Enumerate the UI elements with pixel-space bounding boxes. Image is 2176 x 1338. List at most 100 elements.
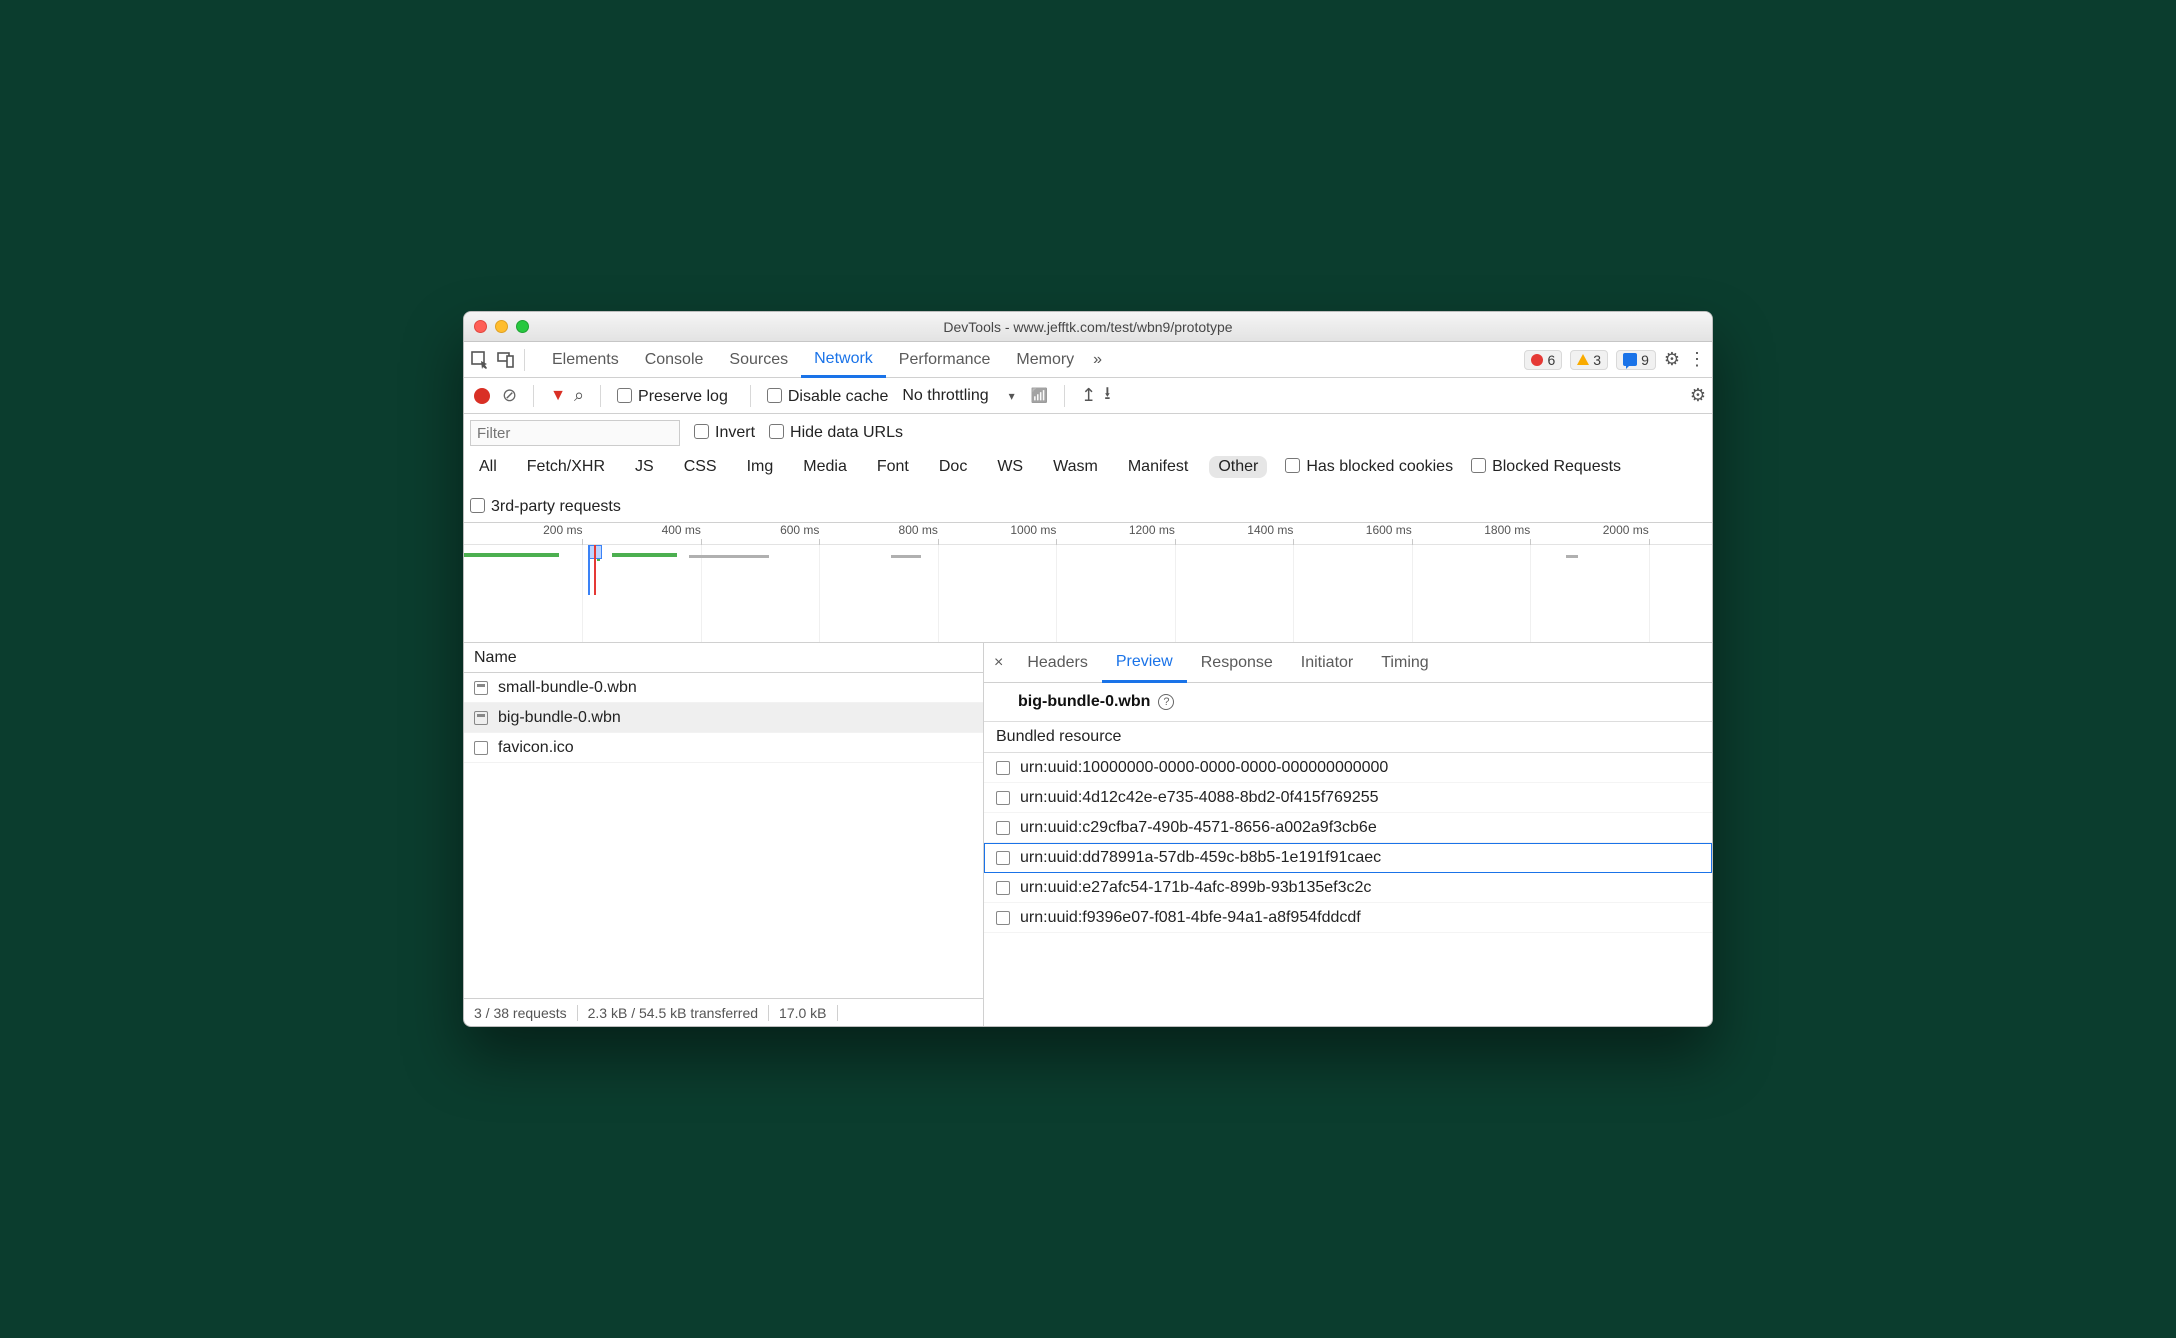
detail-tab-response[interactable]: Response: [1187, 643, 1287, 682]
type-filter-font[interactable]: Font: [868, 456, 918, 478]
window-controls: [474, 320, 529, 333]
panel-tab-performance[interactable]: Performance: [886, 342, 1004, 377]
status-transferred: 2.3 kB / 54.5 kB transferred: [578, 1005, 769, 1021]
throttling-select[interactable]: No throttling: [902, 387, 1014, 405]
type-filter-ws[interactable]: WS: [988, 456, 1032, 478]
export-har-icon[interactable]: [1081, 385, 1096, 406]
minimize-window-button[interactable]: [495, 320, 508, 333]
file-icon: [474, 711, 488, 725]
inspect-element-icon[interactable]: [470, 350, 490, 370]
panel-tab-console[interactable]: Console: [632, 342, 717, 377]
detail-tab-initiator[interactable]: Initiator: [1287, 643, 1367, 682]
type-filter-js[interactable]: JS: [626, 456, 663, 478]
network-settings-icon[interactable]: [1690, 385, 1706, 406]
invert-toggle[interactable]: Invert: [694, 424, 755, 442]
record-button[interactable]: [474, 388, 490, 404]
panel-tabs: ElementsConsoleSourcesNetworkPerformance…: [539, 342, 1087, 377]
status-resources: 17.0 kB: [769, 1005, 837, 1021]
filter-toggle-icon[interactable]: [550, 387, 566, 405]
close-window-button[interactable]: [474, 320, 487, 333]
request-name: small-bundle-0.wbn: [498, 679, 637, 697]
throttling-value: No throttling: [902, 387, 988, 405]
preview-body: big-bundle-0.wbn ? Bundled resource urn:…: [984, 683, 1712, 1026]
import-har-icon[interactable]: [1104, 381, 1110, 411]
resource-urn: urn:uuid:10000000-0000-0000-0000-0000000…: [1020, 759, 1388, 777]
network-conditions-icon[interactable]: [1031, 387, 1048, 404]
help-icon[interactable]: ?: [1158, 694, 1174, 710]
hide-data-urls-label: Hide data URLs: [790, 424, 903, 441]
warning-count-badge[interactable]: 3: [1570, 350, 1608, 370]
timeline-overview[interactable]: 200 ms400 ms600 ms800 ms1000 ms1200 ms14…: [464, 523, 1712, 643]
type-filter-fetch-xhr[interactable]: Fetch/XHR: [518, 456, 614, 478]
resource-urn: urn:uuid:dd78991a-57db-459c-b8b5-1e191f9…: [1020, 849, 1381, 867]
filter-bar: Invert Hide data URLs All Fetch/XHR JS CSS I…: [464, 414, 1712, 523]
message-count: 9: [1641, 352, 1649, 368]
bundled-resource-row[interactable]: urn:uuid:4d12c42e-e735-4088-8bd2-0f415f7…: [984, 783, 1712, 813]
type-filter-media[interactable]: Media: [794, 456, 856, 478]
error-count: 6: [1547, 352, 1555, 368]
warning-count: 3: [1593, 352, 1601, 368]
settings-icon[interactable]: [1664, 349, 1680, 370]
has-blocked-cookies-toggle[interactable]: Has blocked cookies: [1285, 458, 1453, 476]
request-name: favicon.ico: [498, 739, 574, 757]
file-icon: [474, 681, 488, 695]
maximize-window-button[interactable]: [516, 320, 529, 333]
type-filter-wasm[interactable]: Wasm: [1044, 456, 1107, 478]
panel-tab-network[interactable]: Network: [801, 342, 886, 378]
columns-header: Name: [464, 643, 983, 673]
bundled-resource-row[interactable]: urn:uuid:10000000-0000-0000-0000-0000000…: [984, 753, 1712, 783]
network-toolbar: Preserve log Disable cache No throttling: [464, 378, 1712, 414]
type-filter-manifest[interactable]: Manifest: [1119, 456, 1197, 478]
detail-tabs: × HeadersPreviewResponseInitiatorTiming: [984, 643, 1712, 683]
name-column-header[interactable]: Name: [464, 649, 983, 667]
resource-urn: urn:uuid:c29cfba7-490b-4571-8656-a002a9f…: [1020, 819, 1377, 837]
hide-data-urls-toggle[interactable]: Hide data URLs: [769, 424, 903, 442]
clear-button[interactable]: [502, 385, 517, 406]
bundle-title-text: big-bundle-0.wbn: [1018, 693, 1150, 711]
panel-tab-elements[interactable]: Elements: [539, 342, 632, 377]
detail-tab-preview[interactable]: Preview: [1102, 643, 1187, 683]
type-filter-other[interactable]: Other: [1209, 456, 1267, 478]
file-icon: [474, 741, 488, 755]
bundled-resource-list: urn:uuid:10000000-0000-0000-0000-0000000…: [984, 753, 1712, 933]
detail-tab-headers[interactable]: Headers: [1013, 643, 1101, 682]
detail-tab-timing[interactable]: Timing: [1367, 643, 1442, 682]
devtools-window: DevTools - www.jefftk.com/test/wbn9/prot…: [463, 311, 1713, 1027]
search-icon[interactable]: [574, 385, 584, 406]
third-party-toggle[interactable]: 3rd-party requests: [470, 498, 621, 516]
resource-urn: urn:uuid:f9396e07-f081-4bfe-94a1-a8f954f…: [1020, 909, 1361, 927]
bundle-title: big-bundle-0.wbn ?: [984, 683, 1712, 721]
bundled-resource-row[interactable]: urn:uuid:c29cfba7-490b-4571-8656-a002a9f…: [984, 813, 1712, 843]
type-filter-all[interactable]: All: [470, 456, 506, 478]
disable-cache-toggle[interactable]: Disable cache: [767, 385, 895, 407]
panel-tab-memory[interactable]: Memory: [1003, 342, 1087, 377]
preserve-log-label: Preserve log: [638, 388, 728, 405]
titlebar: DevTools - www.jefftk.com/test/wbn9/prot…: [464, 312, 1712, 342]
resource-urn: urn:uuid:4d12c42e-e735-4088-8bd2-0f415f7…: [1020, 789, 1379, 807]
panel-tab-sources[interactable]: Sources: [716, 342, 801, 377]
type-filter-css[interactable]: CSS: [675, 456, 726, 478]
blocked-requests-toggle[interactable]: Blocked Requests: [1471, 458, 1621, 476]
file-icon: [996, 821, 1010, 835]
bundled-resource-row[interactable]: urn:uuid:e27afc54-171b-4afc-899b-93b135e…: [984, 873, 1712, 903]
bundled-resource-row[interactable]: urn:uuid:dd78991a-57db-459c-b8b5-1e191f9…: [984, 843, 1712, 873]
invert-label: Invert: [715, 424, 755, 441]
disable-cache-label: Disable cache: [788, 388, 889, 405]
chevron-down-icon: [1009, 387, 1015, 405]
preserve-log-toggle[interactable]: Preserve log: [617, 385, 734, 407]
more-panels-icon[interactable]: »: [1093, 351, 1102, 369]
detail-pane: × HeadersPreviewResponseInitiatorTiming …: [984, 643, 1712, 1026]
request-name: big-bundle-0.wbn: [498, 709, 621, 727]
type-filter-img[interactable]: Img: [738, 456, 783, 478]
request-row[interactable]: favicon.ico: [464, 733, 983, 763]
close-detail-icon[interactable]: ×: [984, 654, 1013, 672]
message-count-badge[interactable]: 9: [1616, 350, 1656, 370]
type-filter-doc[interactable]: Doc: [930, 456, 976, 478]
bundled-resource-row[interactable]: urn:uuid:f9396e07-f081-4bfe-94a1-a8f954f…: [984, 903, 1712, 933]
request-row[interactable]: small-bundle-0.wbn: [464, 673, 983, 703]
request-row[interactable]: big-bundle-0.wbn: [464, 703, 983, 733]
more-options-icon[interactable]: [1688, 349, 1706, 370]
error-count-badge[interactable]: 6: [1524, 350, 1562, 370]
device-toolbar-icon[interactable]: [496, 350, 516, 370]
filter-input[interactable]: [470, 420, 680, 446]
